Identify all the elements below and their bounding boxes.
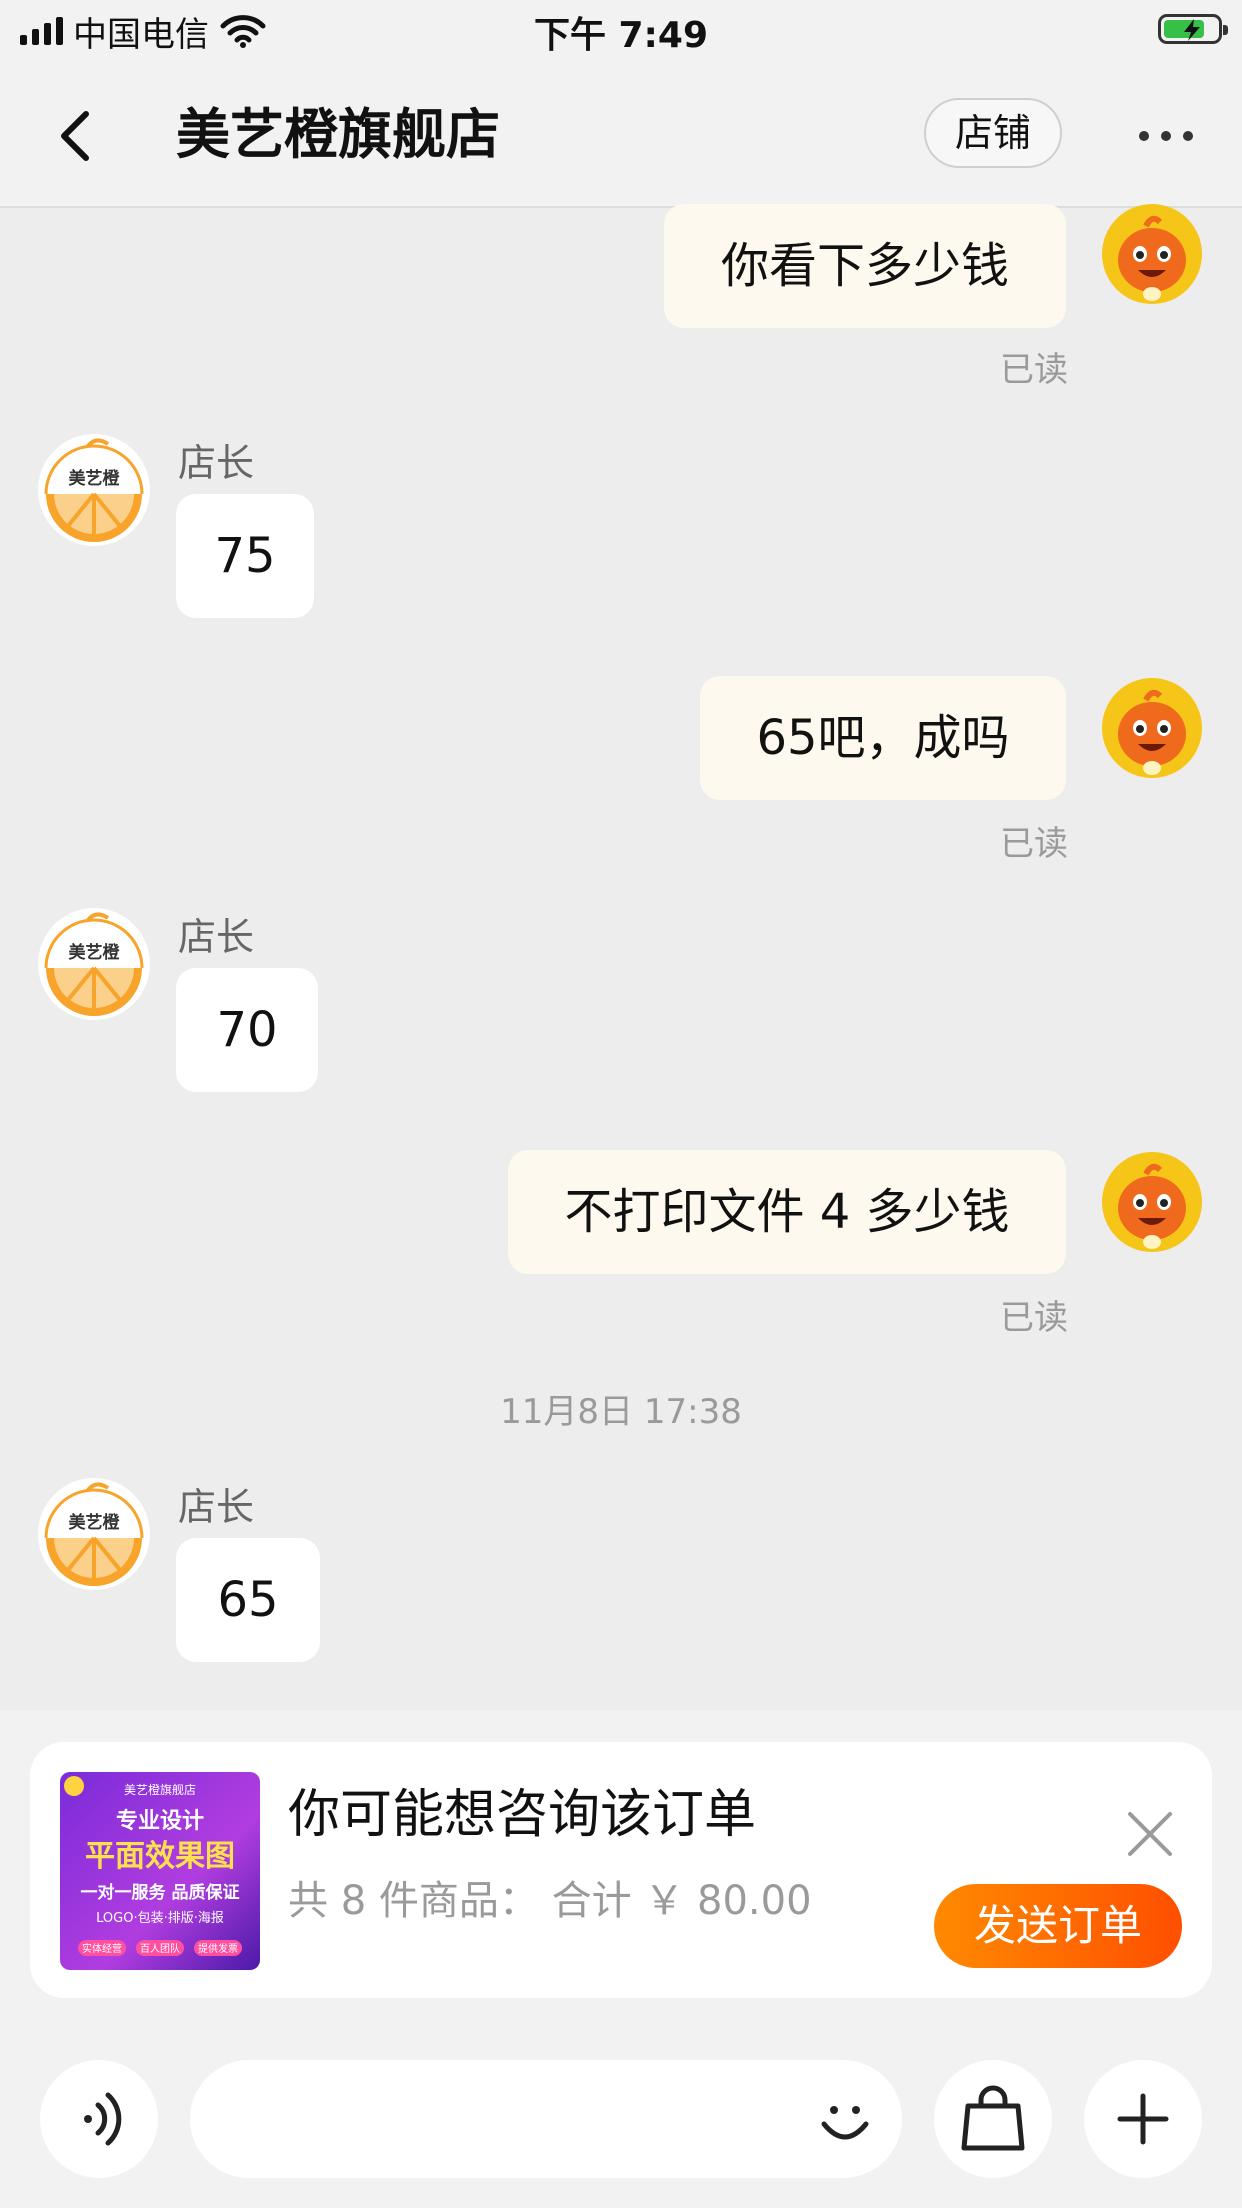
thumbnail-tag: 实体经营 [82, 1942, 122, 1955]
shop-avatar-text: 美艺橙 [69, 1512, 121, 1533]
status-bar: 中国电信 下午 7:49 [0, 0, 1242, 64]
order-card[interactable]: 美艺橙旗舰店 专业设计 平面效果图 一对一服务 品质保证 LOGO·包装·排版·… [30, 1742, 1212, 1998]
battery-icon [1158, 14, 1228, 44]
status-time: 下午 7:49 [533, 15, 709, 56]
order-suggestion-panel: 美艺橙旗舰店 专业设计 平面效果图 一对一服务 品质保证 LOGO·包装·排版·… [0, 1710, 1242, 2010]
shop-avatar-text: 美艺橙 [69, 942, 121, 963]
read-status: 已读 [1000, 1298, 1068, 1338]
thumbnail-line2: 平面效果图 [85, 1839, 235, 1874]
message-input[interactable] [230, 2060, 794, 2180]
close-icon[interactable] [1124, 1808, 1176, 1860]
input-bar [0, 2010, 1242, 2208]
voice-icon [84, 2092, 122, 2146]
thumbnail-tag: 百人团队 [140, 1942, 180, 1955]
shop-message-bubble[interactable]: 65 [176, 1538, 320, 1662]
product-button[interactable] [934, 2060, 1052, 2178]
my-avatar[interactable] [1102, 678, 1202, 778]
message-text: 75 [214, 528, 276, 584]
plus-icon [1117, 2093, 1169, 2145]
thumbnail-shop-name: 美艺橙旗舰店 [124, 1782, 196, 1797]
back-icon[interactable] [52, 106, 102, 166]
more-icon[interactable] [1136, 124, 1196, 148]
read-status: 已读 [1000, 350, 1068, 390]
shop-avatar-text: 美艺橙 [69, 468, 121, 489]
read-status: 已读 [1000, 824, 1068, 864]
message-text: 不打印文件 4 多少钱 [564, 1184, 1010, 1240]
message-text: 你看下多少钱 [720, 238, 1009, 294]
thumbnail-tag: 提供发票 [198, 1942, 238, 1955]
sender-name: 店长 [178, 915, 255, 959]
shop-avatar[interactable]: 美艺橙 [38, 1478, 150, 1590]
shop-message-bubble[interactable]: 75 [176, 494, 314, 618]
chat-header: 美艺橙旗舰店 店铺 [0, 64, 1242, 208]
my-message-bubble[interactable]: 不打印文件 4 多少钱 [508, 1150, 1066, 1274]
message-text: 70 [216, 1002, 278, 1058]
emoji-icon[interactable] [812, 2088, 878, 2154]
shopping-bag-icon [961, 2085, 1025, 2151]
product-thumbnail[interactable]: 美艺橙旗舰店 专业设计 平面效果图 一对一服务 品质保证 LOGO·包装·排版·… [60, 1772, 260, 1970]
my-avatar[interactable] [1102, 204, 1202, 304]
message-text: 65吧，成吗 [756, 710, 1010, 766]
message-text: 65 [217, 1572, 279, 1628]
chat-area[interactable]: 你看下多少钱 已读 美艺橙 店长 75 65吧，成吗 已读 美艺橙 店长 70 … [0, 204, 1242, 1708]
shop-avatar[interactable]: 美艺橙 [38, 434, 150, 546]
my-avatar[interactable] [1102, 1152, 1202, 1252]
message-input-container[interactable] [190, 2060, 902, 2180]
shop-message-bubble[interactable]: 70 [176, 968, 318, 1092]
thumbnail-line3: 一对一服务 品质保证 [81, 1882, 240, 1903]
thumbnail-line4: LOGO·包装·排版·海报 [96, 1911, 224, 1926]
my-message-bubble[interactable]: 你看下多少钱 [664, 204, 1066, 328]
voice-button[interactable] [40, 2060, 158, 2178]
order-card-title: 你可能想咨询该订单 [288, 1785, 757, 1845]
order-summary: 共 8 件商品： 合计 ￥ 80.00 [288, 1878, 812, 1924]
sender-name: 店长 [178, 441, 255, 485]
store-button[interactable]: 店铺 [924, 98, 1062, 168]
my-message-bubble[interactable]: 65吧，成吗 [700, 676, 1066, 800]
more-actions-button[interactable] [1084, 2060, 1202, 2178]
shop-avatar[interactable]: 美艺橙 [38, 908, 150, 1020]
message-timestamp: 11月8日 17:38 [500, 1392, 742, 1432]
page-title: 美艺橙旗舰店 [176, 103, 500, 166]
send-order-button[interactable]: 发送订单 [934, 1884, 1182, 1968]
thumbnail-line1: 专业设计 [116, 1808, 204, 1834]
sender-name: 店长 [178, 1485, 255, 1529]
